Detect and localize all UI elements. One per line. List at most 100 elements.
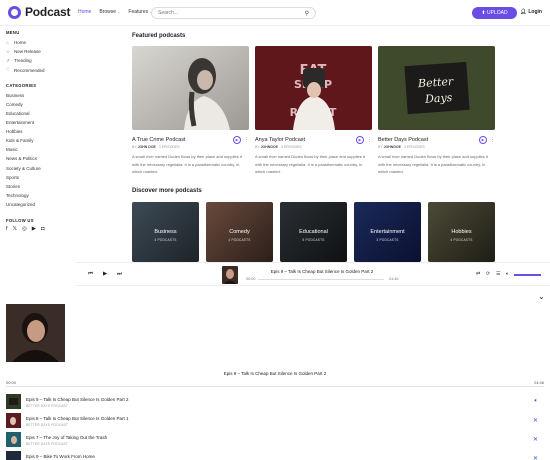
podcast-author[interactable]: JOHNDOE [261, 145, 278, 149]
search-icon[interactable]: ⚲ [305, 10, 309, 17]
remove-icon[interactable]: ✕ [533, 436, 538, 443]
remove-icon[interactable]: ✕ [533, 417, 538, 424]
category-tile-hobbies[interactable]: Hobbies 4 PODCASTS [428, 202, 495, 262]
queue-subtitle: BETTER DAYS PODCAST [26, 404, 68, 408]
queue-thumbnail [6, 432, 21, 447]
podcast-card: A True Crime Podcast ▶ ⋮ BY JOHN DOE 3 EP… [132, 46, 249, 176]
category-stories[interactable]: Stories [6, 182, 66, 191]
home-icon: ⌂ [6, 40, 9, 46]
queue-item[interactable]: Epis 9 – Bike To Work From Home ✕ [6, 450, 542, 460]
podcast-title[interactable]: A True Crime Podcast [132, 137, 186, 143]
player-track-title: Epis 9 – Talk Is Cheap But Silence Is Go… [270, 269, 374, 274]
category-entertainment[interactable]: Entertainment [6, 118, 66, 127]
episode-count: 3 EPISODES [158, 145, 180, 149]
tile-label: Entertainment [370, 229, 405, 235]
category-comedy[interactable]: Comedy [6, 100, 66, 109]
podcast-cover-image[interactable]: Better Days [378, 46, 495, 130]
play-icon[interactable]: ▶ [233, 136, 241, 144]
category-tile-entertainment[interactable]: Entertainment 3 PODCASTS [354, 202, 421, 262]
repeat-icon[interactable]: ⟳ [486, 271, 490, 277]
queue-thumbnail [6, 394, 21, 409]
chevron-down-icon[interactable]: ⌄ [538, 292, 545, 301]
queue-item[interactable]: Epis 9 – Talk Is Cheap But Silence Is Go… [6, 393, 542, 411]
chevron-down-icon: ⌄ [117, 9, 121, 14]
login-link[interactable]: 👤︎ Login [520, 9, 542, 15]
nav-browse[interactable]: Browse⌄ [99, 9, 120, 15]
twitter-icon[interactable]: 𝕏 [13, 226, 17, 232]
queue-subtitle: BETTER DAYS PODCAST [26, 423, 68, 427]
player-progress-bar[interactable] [258, 279, 384, 280]
volume-slider[interactable] [514, 274, 541, 276]
podcast-cover-image[interactable]: EAT SLEEP REPEAT [255, 46, 372, 130]
play-icon[interactable]: ▶ [479, 136, 487, 144]
queue-item[interactable]: Epis 7 – The Joy of Taking Out the Trash… [6, 431, 542, 449]
podcast-card: EAT SLEEP REPEAT Anya Taylor Podcast ▶⋮ … [255, 46, 372, 176]
category-technology[interactable]: Technology [6, 191, 66, 200]
category-society-culture[interactable]: Society & Culture [6, 164, 66, 173]
category-kids-family[interactable]: Kids & Family [6, 136, 66, 145]
tile-label: Hobbies [451, 229, 472, 235]
category-sports[interactable]: Sports [6, 173, 66, 182]
nav-features-label: Features [128, 9, 149, 15]
player-thumbnail [222, 266, 238, 284]
category-business[interactable]: Business [6, 91, 66, 100]
queue-thumbnail [6, 413, 21, 428]
twitch-icon[interactable]: ◘ [41, 226, 44, 232]
recommended-icon: ♡ [6, 67, 11, 73]
more-options-icon[interactable]: ⋮ [367, 137, 372, 143]
category-tile-educational[interactable]: Educational 5 PODCASTS [280, 202, 347, 262]
tile-label: Comedy [229, 229, 250, 235]
more-options-icon[interactable]: ⋮ [490, 137, 495, 143]
facebook-icon[interactable]: f [6, 226, 8, 232]
queue-item[interactable]: Epis 8 – Talk Is Cheap But Silence Is Go… [6, 412, 542, 430]
upload-button[interactable]: ⬆ UPLOAD [472, 7, 517, 19]
playlist-icon[interactable]: ☰ [496, 271, 500, 277]
sidebar-item-label: Home [14, 40, 27, 46]
queue-subtitle: BETTER DAYS PODCAST [26, 442, 68, 446]
play-icon[interactable]: ▶ [103, 271, 107, 277]
sidebar-item-label: New Release [14, 49, 41, 55]
podcast-title[interactable]: Anya Taylor Podcast [255, 137, 305, 143]
podcast-cover-image[interactable] [132, 46, 249, 130]
player-duration: 24:46 [389, 277, 399, 281]
play-icon[interactable]: ▶ [356, 136, 364, 144]
more-options-icon[interactable]: ⋮ [244, 137, 249, 143]
category-hobbies[interactable]: Hobbies [6, 127, 66, 136]
youtube-icon[interactable]: ▶ [32, 226, 36, 232]
category-uncategorized[interactable]: Uncategorized [6, 200, 66, 209]
trending-icon: ↗ [6, 57, 10, 63]
category-music[interactable]: Music [6, 145, 66, 154]
nav-features[interactable]: Features⌄ [128, 9, 152, 15]
logo[interactable]: Podcast [8, 5, 70, 19]
nav-home[interactable]: Home [78, 9, 91, 15]
podcast-author[interactable]: JOHN DOE [138, 145, 156, 149]
previous-icon[interactable]: ⏮ [88, 271, 93, 278]
tile-count: 4 PODCASTS [228, 238, 251, 242]
remove-icon[interactable]: ✕ [533, 455, 538, 460]
next-icon[interactable]: ⏭ [117, 271, 122, 278]
sidebar: MENU ⌂ Home ☆ New Release ↗ Trending ♡ Recom… [6, 30, 66, 232]
category-educational[interactable]: Educational [6, 109, 66, 118]
category-tile-comedy[interactable]: Comedy 4 PODCASTS [206, 202, 273, 262]
podcast-author[interactable]: JOHNDOE [384, 145, 401, 149]
now-playing-times: 00:00 24:46 [6, 380, 544, 385]
podcast-title[interactable]: Better Days Podcast [378, 137, 428, 143]
volume-icon[interactable]: 🔈︎ [534, 398, 538, 405]
now-playing-progress[interactable] [6, 386, 544, 387]
svg-text:Better: Better [417, 75, 455, 91]
category-tile-business[interactable]: Business 4 PODCASTS [132, 202, 199, 262]
volume-icon[interactable]: 🔈︎ [506, 271, 509, 277]
nav-browse-label: Browse [99, 9, 117, 15]
category-news-politics[interactable]: News & Politics [6, 154, 66, 163]
sidebar-item-trending[interactable]: ↗ Trending [6, 56, 66, 65]
sidebar-item-recommended[interactable]: ♡ Recommended [6, 66, 66, 75]
sidebar-item-home[interactable]: ⌂ Home [6, 38, 66, 47]
search-input[interactable] [158, 10, 288, 16]
tile-label: Educational [299, 229, 328, 235]
sidebar-item-new-release[interactable]: ☆ New Release [6, 47, 66, 56]
user-icon: 👤︎ [520, 9, 527, 15]
sidebar-item-label: Recommended [14, 67, 45, 73]
shuffle-icon[interactable]: ⇄ [476, 271, 480, 277]
instagram-icon[interactable]: ◎ [22, 226, 27, 232]
meta-by: BY [378, 145, 383, 149]
